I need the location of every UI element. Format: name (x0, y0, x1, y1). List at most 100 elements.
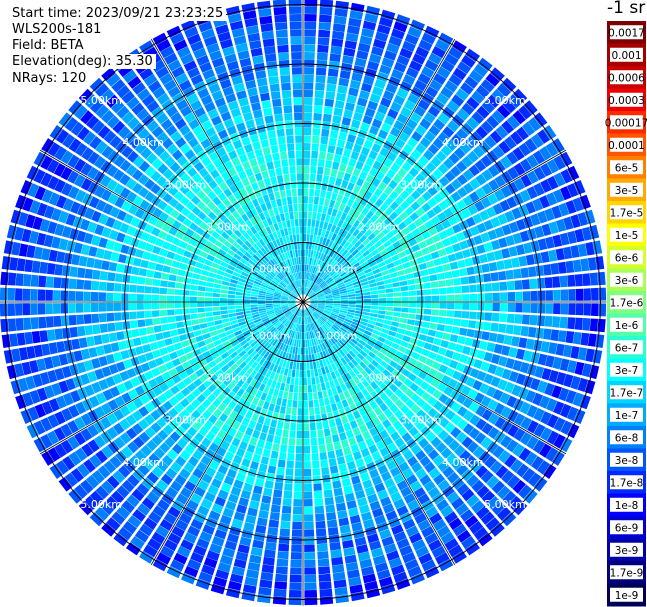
data-cell (173, 253, 183, 262)
data-cell (281, 375, 287, 384)
data-cell (289, 430, 296, 438)
data-cell (113, 302, 122, 311)
data-cell (325, 404, 332, 413)
data-cell (378, 298, 387, 302)
data-cell (300, 347, 303, 355)
data-cell (114, 312, 122, 321)
data-cell (260, 408, 268, 417)
data-cell (183, 250, 192, 258)
data-cell (314, 227, 319, 236)
data-cell (297, 347, 301, 355)
data-cell (342, 539, 354, 549)
data-cell (258, 85, 269, 94)
data-cell (146, 269, 155, 278)
data-cell (92, 324, 101, 335)
data-cell (327, 68, 339, 77)
data-cell (522, 303, 531, 313)
data-cell (304, 521, 314, 530)
data-cell (572, 331, 582, 345)
data-cell (386, 306, 394, 312)
data-cell (565, 260, 575, 273)
data-cell (423, 289, 432, 296)
data-cell (292, 521, 302, 530)
data-cell (326, 443, 334, 452)
data-cell (184, 271, 193, 278)
data-cell (161, 272, 170, 280)
data-cell (24, 331, 34, 345)
range-ring-label: 1.00km (316, 262, 358, 275)
data-cell (459, 327, 468, 336)
data-cell (285, 468, 294, 476)
data-cell (425, 336, 435, 344)
data-cell (392, 316, 400, 322)
data-cell (316, 543, 328, 552)
data-cell (316, 536, 328, 545)
data-cell (192, 273, 201, 280)
data-cell (438, 280, 446, 288)
data-cell (300, 339, 303, 348)
data-cell (291, 59, 302, 68)
data-cell (499, 281, 508, 291)
data-cell (431, 309, 439, 316)
data-cell (345, 429, 354, 439)
data-cell (257, 302, 266, 305)
data-cell (337, 424, 345, 434)
data-cell (336, 139, 346, 148)
data-cell (513, 325, 522, 336)
data-cell (338, 463, 348, 473)
data-cell (272, 596, 287, 605)
data-cell (363, 308, 371, 313)
data-cell (575, 303, 584, 316)
data-cell (273, 588, 287, 598)
data-cell (336, 456, 346, 465)
data-cell (329, 395, 336, 405)
data-cell (131, 266, 140, 276)
data-cell (221, 318, 230, 324)
data-cell (180, 340, 190, 348)
data-cell (303, 158, 310, 166)
data-cell (341, 439, 350, 449)
data-cell (498, 323, 507, 333)
data-cell (294, 219, 299, 227)
data-cell (334, 100, 345, 109)
data-cell (345, 141, 354, 151)
data-cell (486, 342, 496, 353)
data-cell (418, 262, 428, 270)
data-cell (583, 303, 591, 316)
data-cell (598, 287, 607, 301)
data-cell (257, 299, 266, 302)
data-cell (340, 304, 349, 307)
data-cell (252, 55, 264, 65)
data-cell (298, 392, 303, 401)
data-cell (257, 594, 271, 604)
data-cell (325, 91, 336, 100)
data-cell (332, 571, 346, 581)
data-cell (266, 410, 273, 419)
data-cell (383, 319, 392, 326)
data-cell (274, 581, 287, 590)
data-cell (114, 273, 123, 283)
data-cell (91, 313, 100, 324)
data-cell (261, 170, 269, 180)
data-cell (90, 291, 99, 301)
data-cell (279, 382, 286, 391)
data-cell (298, 256, 301, 265)
data-cell (255, 70, 267, 80)
range-ring-label: 2.00km (207, 220, 249, 233)
data-cell (299, 234, 303, 242)
range-ring-label: 5.00km (80, 94, 122, 107)
data-cell (250, 304, 258, 308)
data-cell (325, 435, 333, 444)
range-ring-label: 2.00km (358, 372, 400, 385)
data-cell (309, 415, 316, 423)
data-cell (304, 544, 315, 552)
data-cell (548, 342, 558, 355)
data-cell (69, 326, 78, 338)
data-cell (550, 329, 560, 342)
data-cell (384, 283, 393, 289)
data-cell (31, 331, 41, 344)
data-cell (568, 303, 576, 315)
data-cell (284, 212, 290, 221)
data-cell (393, 307, 402, 312)
data-cell (436, 272, 445, 280)
